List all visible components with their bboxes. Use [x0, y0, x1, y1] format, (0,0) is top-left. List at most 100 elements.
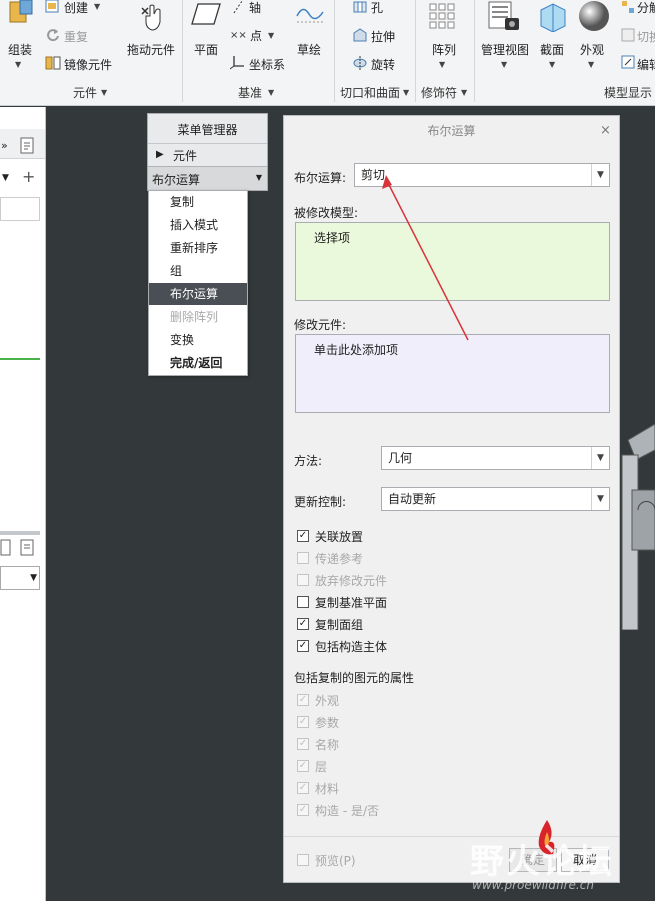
separator [415, 0, 416, 102]
boolean-dropdown-arrow-icon[interactable]: ▼ [256, 173, 262, 182]
method-select[interactable]: 几何 ▼ [381, 446, 610, 470]
tree-search-field[interactable] [0, 197, 40, 221]
drag-component-button[interactable]: 拖动元件 [127, 41, 175, 58]
assemble-button[interactable]: 组装 [8, 41, 32, 58]
appearance-button[interactable]: 外观 [580, 41, 604, 58]
chevron-down-icon[interactable]: ▼ [591, 447, 609, 469]
assemble-icon[interactable] [6, 0, 34, 30]
attr-material-checkbox[interactable]: ✓ [297, 782, 309, 794]
menu-item-group[interactable]: 组 [149, 260, 247, 282]
revolve-icon [352, 55, 368, 74]
manage-views-dropdown-icon[interactable]: ▼ [501, 60, 507, 69]
menu-item-component[interactable]: 元件 [173, 147, 197, 164]
attr-parameters-checkbox[interactable]: ✓ [297, 716, 309, 728]
menu-manager: 菜单管理器 ▶ 元件 布尔运算 ▼ [147, 113, 268, 191]
group-cut-surface-expand-icon[interactable]: ▼ [403, 88, 409, 97]
option-pass-references-checkbox[interactable] [297, 552, 309, 564]
preview-checkbox[interactable] [297, 854, 309, 866]
coordinate-system-button[interactable]: 坐标系 [249, 56, 285, 73]
axis-button[interactable]: 轴 [249, 0, 261, 16]
appearance-dropdown-icon[interactable]: ▼ [588, 60, 594, 69]
toggle-button[interactable]: 切换 [637, 28, 655, 45]
pattern-icon[interactable] [428, 2, 458, 35]
explode-icon [621, 0, 635, 17]
appearance-icon[interactable] [578, 0, 610, 35]
tree-divider-line [0, 358, 40, 360]
manage-views-icon[interactable] [487, 0, 523, 37]
modified-model-placeholder: 选择项 [314, 231, 351, 245]
attr-appearance-label: 外观 [315, 694, 340, 708]
chevron-down-icon[interactable]: ▼ [591, 164, 609, 186]
repeat-icon [45, 27, 61, 46]
group-modifiers-expand-icon[interactable]: ▼ [461, 88, 467, 97]
point-dropdown-icon[interactable]: ▼ [268, 31, 274, 40]
assemble-dropdown-icon[interactable]: ▼ [15, 60, 21, 69]
edit-button[interactable]: 编辑 [637, 56, 655, 73]
panel-split-bar[interactable] [0, 531, 40, 535]
toggle-icon [621, 28, 635, 45]
add-icon[interactable]: + [22, 167, 35, 186]
point-button[interactable]: 点 [250, 27, 262, 44]
revolve-button[interactable]: 旋转 [371, 56, 395, 73]
modifying-components-collector[interactable]: 单击此处添加项 [295, 334, 610, 413]
attr-names-checkbox[interactable]: ✓ [297, 738, 309, 750]
section-button[interactable]: 截面 [540, 41, 564, 58]
layer-select[interactable]: ▼ [0, 566, 40, 590]
close-icon[interactable]: × [600, 123, 611, 138]
pattern-button[interactable]: 阵列 [432, 41, 456, 58]
mirror-component-button[interactable]: 镜像元件 [64, 56, 112, 73]
attr-layers-checkbox[interactable]: ✓ [297, 760, 309, 772]
section-dropdown-icon[interactable]: ▼ [549, 60, 555, 69]
manage-views-button[interactable]: 管理视图 [481, 41, 529, 58]
option-copy-datum-planes-checkbox[interactable] [297, 596, 309, 608]
explode-button[interactable]: 分解 [637, 0, 655, 16]
hole-button[interactable]: 孔 [371, 0, 383, 16]
menu-item-reorder[interactable]: 重新排序 [149, 237, 247, 259]
filter-dropdown-icon[interactable]: ▼ [2, 173, 9, 183]
option-copy-quilts-checkbox[interactable]: ✓ [297, 618, 309, 630]
create-button[interactable]: 创建 [64, 0, 88, 16]
modifying-components-label: 修改元件: [294, 318, 347, 332]
attributes-section-label: 包括复制的图元的属性 [294, 671, 415, 685]
menu-manager-submenu: 复制 插入模式 重新排序 组 布尔运算 删除阵列 变换 完成/返回 [148, 190, 248, 376]
create-dropdown-icon[interactable]: ▼ [94, 2, 100, 11]
update-control-select[interactable]: 自动更新 ▼ [381, 487, 610, 511]
option-discard-modifying-checkbox[interactable] [297, 574, 309, 586]
axis-icon [231, 0, 245, 17]
sketch-icon[interactable] [295, 2, 325, 29]
menu-item-boolean[interactable]: 布尔运算 [149, 283, 247, 305]
attr-parameters-label: 参数 [315, 716, 340, 730]
attr-construction-checkbox[interactable]: ✓ [297, 804, 309, 816]
boolean-dropdown[interactable]: 布尔运算 ▼ [148, 166, 267, 190]
menu-item-delete-pattern[interactable]: 删除阵列 [149, 306, 247, 328]
section-icon[interactable] [537, 0, 569, 35]
extrude-button[interactable]: 拉伸 [371, 28, 395, 45]
plane-icon[interactable] [190, 2, 222, 29]
layer-settings-icon[interactable] [20, 539, 36, 560]
ribbon: 组装 ▼ 创建 ▼ 重复 镜像元件 拖动元件 元件 ▼ 平面 轴 ××× 点 ▼… [0, 0, 655, 106]
option-associative-placement-checkbox[interactable]: ✓ [297, 530, 309, 542]
group-component-expand-icon[interactable]: ▼ [101, 88, 107, 97]
layer-doc-icon[interactable] [0, 539, 12, 560]
more-chevron-icon[interactable]: » [1, 139, 8, 152]
method-value: 几何 [388, 451, 413, 465]
modified-model-label: 被修改模型: [294, 206, 359, 220]
drag-component-icon[interactable] [138, 2, 166, 37]
menu-item-insert-mode[interactable]: 插入模式 [149, 214, 247, 236]
settings-doc-icon[interactable] [20, 137, 36, 158]
attr-appearance-checkbox[interactable]: ✓ [297, 694, 309, 706]
option-discard-modifying-label: 放弃修改元件 [315, 574, 388, 588]
boolean-dropdown-label: 布尔运算 [152, 173, 201, 187]
menu-item-transform[interactable]: 变换 [149, 329, 247, 351]
pattern-dropdown-icon[interactable]: ▼ [439, 60, 445, 69]
repeat-button[interactable]: 重复 [64, 28, 88, 45]
sketch-button[interactable]: 草绘 [297, 41, 321, 58]
option-include-construction-body-checkbox[interactable]: ✓ [297, 640, 309, 652]
menu-item-copy[interactable]: 复制 [149, 191, 247, 213]
point-icon: ××× [230, 28, 255, 45]
menu-item-done-return[interactable]: 完成/返回 [149, 352, 247, 374]
group-label-model-display: 模型显示 [603, 86, 652, 100]
plane-button[interactable]: 平面 [194, 41, 218, 58]
chevron-down-icon[interactable]: ▼ [591, 488, 609, 510]
group-datum-expand-icon[interactable]: ▼ [268, 88, 274, 97]
